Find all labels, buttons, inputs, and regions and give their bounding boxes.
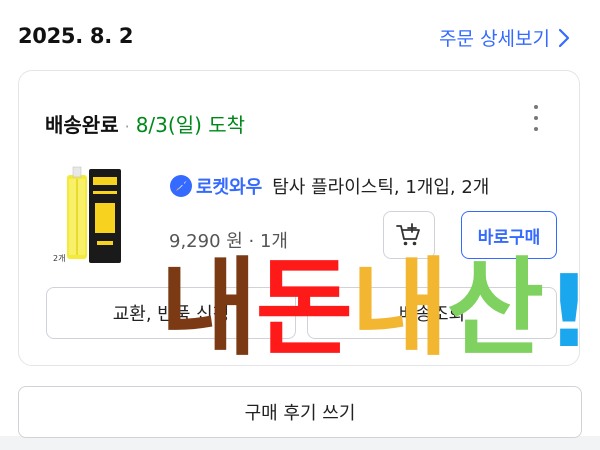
order-item-card: 배송완료 · 8/3(일) 도착 2개 로켓와우 탐사 플라이스틱, 1개입, … [18,70,580,366]
product-price-qty: 9,290 원 · 1개 [169,231,288,252]
cart-plus-icon [396,223,420,246]
arrival-date: 8/3(일) 도착 [135,113,246,137]
track-shipment-button[interactable]: 배송조회 [307,287,557,339]
order-detail-label: 주문 상세보기 [439,28,550,50]
delivery-status-row: 배송완료 · 8/3(일) 도착 [45,109,245,138]
return-exchange-button[interactable]: 교환, 반품 신청 [46,287,296,339]
order-sheet: 2025. 8. 2 주문 상세보기 배송완료 · 8/3(일) 도착 2개 로… [0,0,600,436]
add-to-cart-button[interactable] [383,211,435,259]
product-thumbnail[interactable]: 2개 [49,163,131,273]
delivery-status: 배송완료 [45,113,119,137]
buy-again-button[interactable]: 바로구매 [461,211,557,259]
rocket-wow-badge: 로켓와우 [169,173,262,199]
more-options-icon[interactable] [531,105,541,131]
order-date: 2025. 8. 2 [18,24,134,48]
rocket-icon [170,175,192,197]
status-separator: · [124,117,130,136]
product-name: 탐사 플라이스틱, 1개입, 2개 [272,177,490,198]
write-review-button[interactable]: 구매 후기 쓰기 [18,386,582,438]
order-detail-link[interactable]: 주문 상세보기 [439,24,570,51]
thumb-qty-label: 2개 [53,253,65,263]
product-title-line[interactable]: 로켓와우 탐사 플라이스틱, 1개입, 2개 [169,173,489,199]
chevron-right-icon [558,28,570,47]
rocket-badge-label: 로켓와우 [196,177,263,198]
